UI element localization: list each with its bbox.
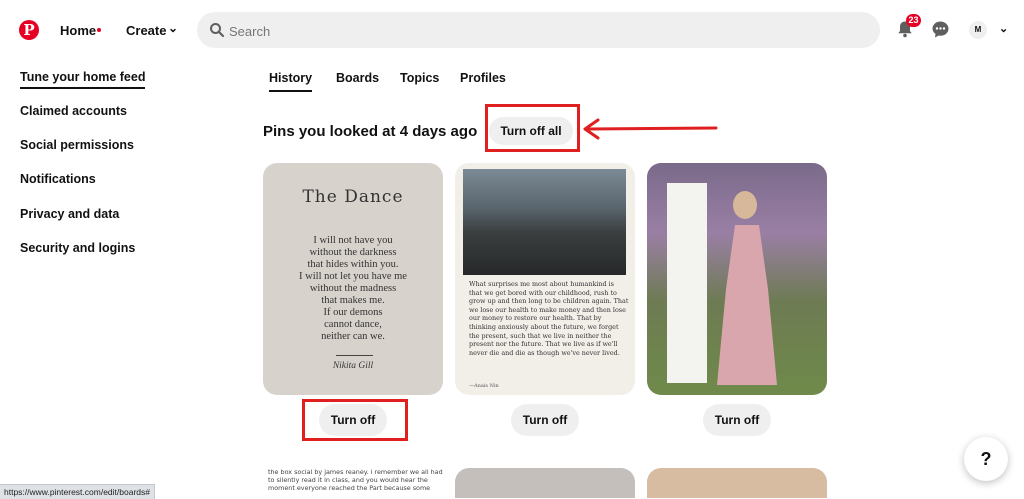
pinterest-logo-icon[interactable]: P [19,20,39,40]
sidebar-item-social-permissions[interactable]: Social permissions [20,138,134,152]
section-title: Pins you looked at 4 days ago [263,123,478,140]
turn-off-button[interactable]: Turn off [319,404,387,436]
pin-title: The Dance [302,187,404,207]
search-input[interactable] [227,20,831,42]
pin-quote: What surprises me most about humankind i… [469,280,629,357]
search-icon [210,23,225,38]
home-notification-dot [97,28,101,32]
pin-card[interactable] [647,163,827,395]
pin-quote-author: —Anais Nin [469,383,499,389]
sidebar-item-security-logins[interactable]: Security and logins [20,241,135,255]
pin-card[interactable]: the box social by james reaney. i rememb… [263,468,443,498]
notification-count-badge: 23 [906,14,921,27]
pin-photo [463,169,626,275]
chevron-down-icon[interactable]: ⌄ [168,21,178,35]
red-arrow-annotation-icon [583,118,718,140]
sidebar-item-claimed-accounts[interactable]: Claimed accounts [20,104,127,118]
nav-home[interactable]: Home [60,23,96,38]
pin-card[interactable] [647,468,827,498]
sidebar-item-privacy-data[interactable]: Privacy and data [20,207,119,221]
pin-card[interactable]: The Dance I will not have you without th… [263,163,443,395]
pin-poem: I will not have you without the darkness… [299,235,407,342]
pin-photo-dress [717,225,777,385]
pin-card[interactable] [455,468,635,498]
status-bar-url: https://www.pinterest.com/edit/boards# [0,484,155,499]
search-bar[interactable] [197,12,880,48]
turn-off-button[interactable]: Turn off [703,404,771,436]
nav-create[interactable]: Create [126,23,166,38]
help-button[interactable]: ? [964,437,1008,481]
tab-topics[interactable]: Topics [400,71,439,85]
pin-author: Nikita Gill [332,361,374,371]
turn-off-button[interactable]: Turn off [511,404,579,436]
divider [336,355,373,356]
messages-icon[interactable] [931,20,950,39]
top-bar: P Home Create ⌄ 23 M ⌄ [0,0,1024,60]
tab-history[interactable]: History [269,71,313,92]
sidebar-item-notifications[interactable]: Notifications [20,172,96,186]
account-chevron-down-icon[interactable]: ⌄ [999,22,1008,35]
pin-card[interactable]: What surprises me most about humankind i… [455,163,635,395]
pin-text: the box social by james reaney. i rememb… [268,468,443,492]
tab-boards[interactable]: Boards [336,71,379,85]
avatar[interactable]: M [969,21,987,39]
tab-profiles[interactable]: Profiles [460,71,506,85]
pin-photo-person [733,191,757,219]
turn-off-all-button[interactable]: Turn off all [489,117,573,145]
sidebar-item-tune-home-feed[interactable]: Tune your home feed [20,70,146,89]
pin-photo-door [667,183,707,383]
